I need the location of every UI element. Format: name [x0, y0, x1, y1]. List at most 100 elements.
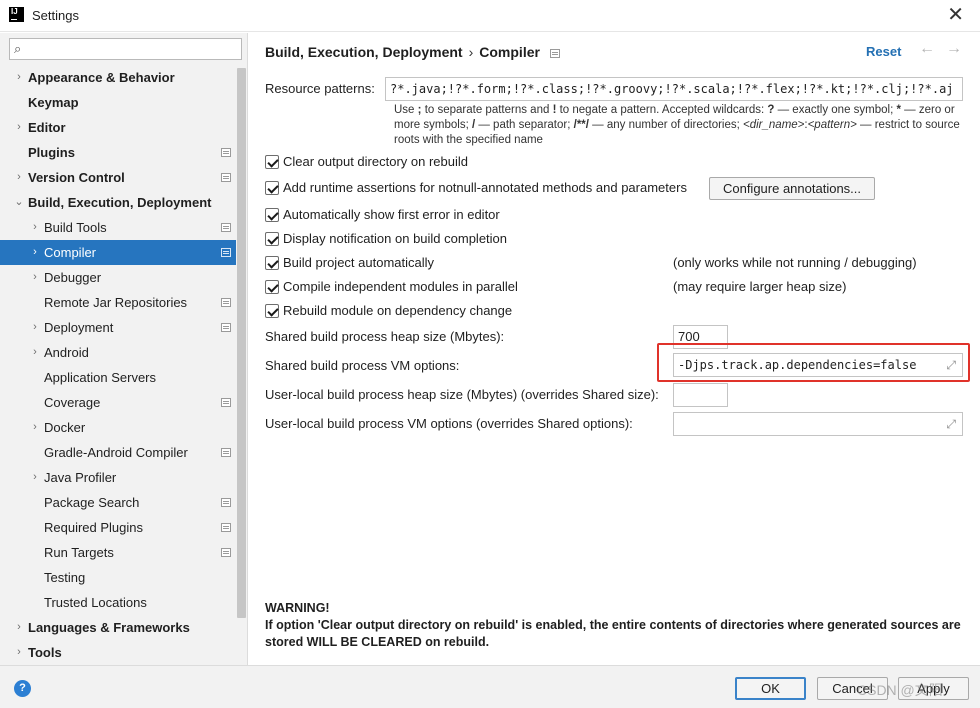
sidebar-item-label: Tools [28, 645, 62, 660]
project-level-icon [221, 298, 231, 307]
project-level-icon [221, 173, 231, 182]
sidebar-item-docker[interactable]: › Docker [0, 415, 236, 440]
project-level-icon [221, 223, 231, 232]
sidebar-item-testing[interactable]: Testing [0, 565, 236, 590]
sidebar-item-label: Remote Jar Repositories [44, 295, 188, 310]
chevron-right-icon[interactable]: › [30, 340, 40, 365]
build-automatically-note: (only works while not running / debuggin… [673, 255, 917, 270]
heap-size-label: Shared build process heap size (Mbytes): [265, 329, 505, 344]
sidebar-item-debugger[interactable]: › Debugger [0, 265, 236, 290]
intellij-logo-icon: IJ [9, 7, 24, 22]
sidebar-item-label: Languages & Frameworks [28, 620, 190, 635]
settings-search-input[interactable]: ⌕ [9, 38, 242, 60]
chevron-right-icon[interactable]: › [30, 240, 40, 265]
warning-body: If option 'Clear output directory on reb… [265, 618, 961, 649]
compile-parallel-checkbox[interactable] [265, 280, 279, 294]
chevron-right-icon[interactable]: › [14, 115, 24, 140]
resource-patterns-input[interactable]: ?*.java;!?*.form;!?*.class;!?*.groovy;!?… [385, 77, 963, 101]
local-vm-options-input[interactable]: ⤢ [673, 412, 963, 436]
sidebar-item-plugins[interactable]: Plugins [0, 140, 236, 165]
build-automatically-checkbox[interactable] [265, 256, 279, 270]
project-level-icon [549, 48, 560, 58]
configure-annotations-button[interactable]: Configure annotations... [709, 177, 875, 200]
breadcrumb-separator: › [468, 44, 474, 60]
sidebar-item-version-control[interactable]: › Version Control [0, 165, 236, 190]
runtime-assertions-checkbox[interactable] [265, 181, 279, 195]
sidebar-item-label: Plugins [28, 145, 75, 160]
sidebar-item-languages-frameworks[interactable]: › Languages & Frameworks [0, 615, 236, 640]
sidebar-item-java-profiler[interactable]: › Java Profiler [0, 465, 236, 490]
sidebar-item-label: Deployment [44, 320, 114, 335]
sidebar-item-android[interactable]: › Android [0, 340, 236, 365]
chevron-right-icon[interactable]: › [30, 215, 40, 240]
chevron-right-icon[interactable]: › [30, 415, 40, 440]
chevron-right-icon[interactable]: › [30, 315, 40, 340]
sidebar-item-label: Trusted Locations [44, 595, 147, 610]
sidebar-item-required-plugins[interactable]: Required Plugins [0, 515, 236, 540]
project-level-icon [221, 548, 231, 557]
display-notification-checkbox[interactable] [265, 232, 279, 246]
clear-output-checkbox[interactable] [265, 155, 279, 169]
sidebar-item-label: Keymap [28, 95, 79, 110]
compile-parallel-label: Compile independent modules in parallel [283, 279, 518, 294]
project-level-icon [221, 448, 231, 457]
rebuild-dependency-label: Rebuild module on dependency change [283, 303, 513, 318]
sidebar-item-label: Debugger [44, 270, 102, 285]
back-arrow-icon[interactable]: ← [919, 40, 935, 58]
sidebar-item-label: Build, Execution, Deployment [28, 195, 212, 210]
sidebar-item-remote-jar-repositories[interactable]: Remote Jar Repositories [0, 290, 236, 315]
sidebar-item-tools[interactable]: › Tools [0, 640, 236, 665]
reset-link[interactable]: Reset [866, 44, 901, 59]
sidebar-item-compiler[interactable]: › Compiler [0, 240, 236, 265]
sidebar-item-application-servers[interactable]: Application Servers [0, 365, 236, 390]
local-heap-size-input[interactable] [673, 383, 728, 407]
sidebar-item-label: Android [44, 345, 89, 360]
sidebar-item-gradle-android-compiler[interactable]: Gradle-Android Compiler [0, 440, 236, 465]
chevron-down-icon[interactable]: ⌄ [14, 190, 24, 215]
window-title: Settings [32, 8, 79, 23]
breadcrumb-parent[interactable]: Build, Execution, Deployment [265, 44, 463, 60]
warning-text: WARNING! If option 'Clear output directo… [265, 600, 965, 651]
sidebar-item-label: Gradle-Android Compiler [44, 445, 188, 460]
sidebar-item-label: Appearance & Behavior [28, 70, 175, 85]
chevron-right-icon[interactable]: › [14, 640, 24, 665]
highlight-annotation [657, 343, 970, 382]
help-icon[interactable]: ? [14, 680, 31, 697]
project-level-icon [221, 523, 231, 532]
chevron-right-icon[interactable]: › [14, 615, 24, 640]
close-icon[interactable]: ✕ [947, 4, 964, 26]
chevron-right-icon[interactable]: › [14, 65, 24, 90]
sidebar-item-build-execution-deployment[interactable]: ⌄ Build, Execution, Deployment [0, 190, 236, 215]
ok-button[interactable]: OK [735, 677, 806, 700]
sidebar-item-keymap[interactable]: Keymap [0, 90, 236, 115]
sidebar-item-label: Build Tools [44, 220, 107, 235]
breadcrumb: Build, Execution, Deployment › Compiler [265, 44, 560, 60]
dialog-footer: ? OK Cancel Apply [0, 665, 980, 708]
project-level-icon [221, 148, 231, 157]
local-vm-options-label: User-local build process VM options (ove… [265, 416, 633, 431]
rebuild-dependency-checkbox[interactable] [265, 304, 279, 318]
sidebar-item-coverage[interactable]: Coverage [0, 390, 236, 415]
sidebar-item-run-targets[interactable]: Run Targets [0, 540, 236, 565]
sidebar-scrollbar[interactable] [236, 68, 247, 618]
breadcrumb-current: Compiler [479, 44, 540, 60]
sidebar-item-label: Testing [44, 570, 86, 585]
title-bar: IJ Settings ✕ [0, 0, 980, 32]
chevron-right-icon[interactable]: › [14, 165, 24, 190]
sidebar-item-package-search[interactable]: Package Search [0, 490, 236, 515]
sidebar-item-label: Run Targets [44, 545, 114, 560]
expand-icon[interactable]: ⤢ [946, 413, 956, 435]
project-level-icon [221, 398, 231, 407]
chevron-right-icon[interactable]: › [30, 265, 40, 290]
forward-arrow-icon[interactable]: → [946, 40, 962, 58]
sidebar-item-build-tools[interactable]: › Build Tools [0, 215, 236, 240]
sidebar-item-trusted-locations[interactable]: Trusted Locations [0, 590, 236, 615]
scrollbar-thumb[interactable] [237, 68, 246, 618]
sidebar-item-deployment[interactable]: › Deployment [0, 315, 236, 340]
chevron-right-icon[interactable]: › [30, 465, 40, 490]
show-first-error-checkbox[interactable] [265, 208, 279, 222]
resource-patterns-hint: Use ; to separate patterns and ! to nega… [394, 104, 960, 146]
sidebar-item-appearance-behavior[interactable]: › Appearance & Behavior [0, 65, 236, 90]
sidebar-item-editor[interactable]: › Editor [0, 115, 236, 140]
sidebar-item-label: Editor [28, 120, 66, 135]
